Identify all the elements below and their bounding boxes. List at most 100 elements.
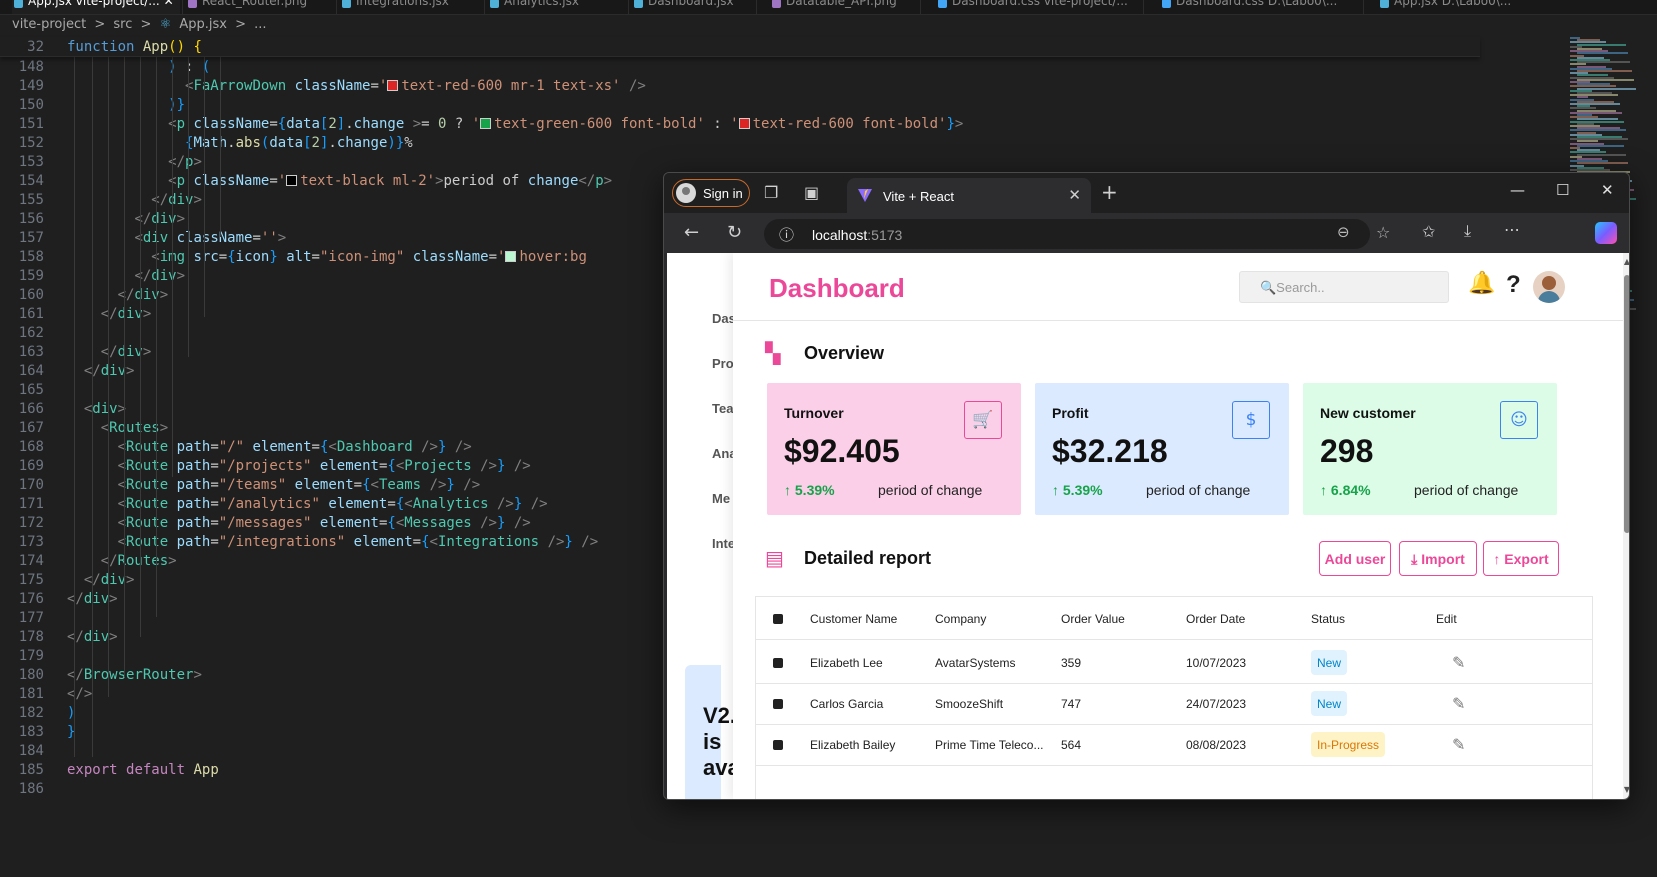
code-line[interactable]: 149 <FaArrowDown className=' text-red-600…: [0, 76, 1480, 96]
code-line[interactable]: 150 )}: [0, 95, 1480, 115]
line-number: 180: [18, 667, 44, 683]
editor-tab-dashboard-css-2[interactable]: Dashboard.css D:\Labo0\...: [1160, 0, 1360, 14]
minimize-icon[interactable]: —: [1510, 181, 1525, 199]
copilot-icon[interactable]: [1595, 222, 1617, 244]
scroll-up-icon[interactable]: ▲: [1623, 257, 1629, 266]
code-line[interactable]: 152 {Math.abs(data[2].change)}%: [0, 133, 1480, 153]
workspaces-icon[interactable]: ❐: [764, 183, 778, 202]
editor-tab-bar: App.jsx vite-project/... ✕ React_Router.…: [0, 0, 1657, 15]
code-line-text: </BrowserRouter>: [67, 667, 202, 683]
sign-in-button[interactable]: Sign in: [672, 179, 750, 207]
downloads-icon[interactable]: ⤓: [1464, 221, 1471, 241]
bell-icon[interactable]: 🔔: [1468, 271, 1495, 296]
avatar[interactable]: [1533, 271, 1565, 303]
close-window-icon[interactable]: ✕: [1601, 181, 1614, 199]
favorites-icon[interactable]: ✩: [1422, 222, 1435, 241]
search-input[interactable]: 🔍Search..: [1239, 271, 1449, 303]
maximize-icon[interactable]: ☐: [1556, 181, 1569, 199]
export-button[interactable]: ↑ Export: [1483, 541, 1559, 576]
line-number: 158: [18, 249, 44, 265]
line-number: 179: [18, 648, 44, 664]
pencil-icon[interactable]: ✎: [1452, 735, 1465, 754]
line-number: 159: [18, 268, 44, 284]
scrollbar-thumb[interactable]: [1624, 275, 1629, 533]
back-icon[interactable]: ←: [684, 222, 699, 243]
dashboard-panel: Dashboard 🔍Search.. 🔔 ? ▚ Overview Turno…: [733, 253, 1623, 799]
line-number: 181: [18, 686, 44, 702]
breadcrumb-separator: >: [94, 17, 106, 32]
breadcrumb-folder[interactable]: src: [113, 17, 132, 32]
sidebar-item-integrations[interactable]: Inte: [712, 536, 735, 551]
tab-vite-react[interactable]: Vite + React ✕: [847, 178, 1091, 213]
code-line-text: <p className={data[2].change >= 0 ? 'tex…: [168, 116, 964, 132]
select-all-checkbox[interactable]: [773, 614, 783, 624]
sidebar-item-projects[interactable]: Pro: [712, 356, 734, 371]
breadcrumb-file[interactable]: App.jsx: [179, 17, 227, 32]
editor-tab-integrations[interactable]: Integrations.jsx: [340, 0, 480, 14]
sticky-scroll-line[interactable]: 32 function App() {: [0, 37, 1480, 57]
line-number: 166: [18, 401, 44, 417]
browser-title-bar: Sign in ❐ ▣ Vite + React ✕ + — ☐ ✕: [664, 173, 1629, 213]
line-number: 156: [18, 211, 44, 227]
help-icon[interactable]: ?: [1506, 271, 1521, 299]
row-checkbox[interactable]: [773, 740, 783, 750]
order-date-cell: 24/07/2023: [1186, 697, 1247, 711]
code-line-text: <Route path="/projects" element={<Projec…: [117, 458, 531, 474]
editor-tab-react-router[interactable]: React_Router.png: [186, 0, 326, 14]
reload-icon[interactable]: ↻: [727, 222, 742, 243]
header-divider: [733, 320, 1623, 321]
row-checkbox[interactable]: [773, 658, 783, 668]
status-badge: New: [1311, 650, 1348, 675]
customer-name-cell: Carlos Garcia: [810, 697, 884, 711]
column-header[interactable]: Order Date: [1186, 612, 1245, 626]
column-header[interactable]: Status: [1311, 612, 1345, 626]
table-row[interactable]: Carlos Garcia SmoozeShift 747 24/07/2023 New…: [756, 682, 1592, 725]
row-checkbox[interactable]: [773, 699, 783, 709]
code-line-text: </>: [67, 686, 93, 702]
import-button[interactable]: ⤓ Import: [1399, 541, 1477, 576]
sidebar-item-messages[interactable]: Me: [712, 491, 730, 506]
table-row[interactable]: Elizabeth Bailey Prime Time Teleco... 564 0…: [756, 723, 1592, 766]
more-icon[interactable]: ⋯: [1504, 220, 1520, 239]
editor-tab-app-jsx[interactable]: App.jsx vite-project/... ✕: [12, 0, 180, 14]
close-tab-icon[interactable]: ✕: [1068, 186, 1081, 204]
profit-card: Profit $32.218 ↑ 5.39% period of change …: [1035, 383, 1289, 515]
table-row[interactable]: Elizabeth Lee AvatarSystems 359 10/07/2023 N…: [756, 641, 1592, 684]
scroll-down-icon[interactable]: ▼: [1623, 785, 1629, 794]
info-icon[interactable]: ⓘ: [779, 224, 794, 245]
overview-icon: ▚: [765, 341, 781, 365]
zoom-icon[interactable]: ⊖: [1337, 223, 1350, 241]
editor-tab-datatable[interactable]: Datatable_API.png: [770, 0, 910, 14]
editor-tab-dashboard[interactable]: Dashboard.jsx: [632, 0, 750, 14]
breadcrumb-symbol[interactable]: ...: [254, 17, 266, 32]
line-number: 157: [18, 230, 44, 246]
order-date-cell: 08/08/2023: [1186, 738, 1247, 752]
tab-actions-icon[interactable]: ▣: [804, 183, 819, 202]
pencil-icon[interactable]: ✎: [1452, 694, 1465, 713]
report-table: Customer Name Company Order Value Order …: [755, 596, 1593, 799]
sidebar-item-teams[interactable]: Tea: [712, 401, 733, 416]
minimap-line: [1577, 153, 1626, 156]
pencil-icon[interactable]: ✎: [1452, 653, 1465, 672]
vite-logo-icon: [858, 189, 872, 202]
editor-tab-analytics[interactable]: Analytics.jsx: [488, 0, 623, 14]
editor-tab-app-jsx-2[interactable]: App.jsx D:\Labo0\...: [1378, 0, 1568, 14]
line-number: 182: [18, 705, 44, 721]
column-header[interactable]: Customer Name: [810, 612, 897, 626]
code-line[interactable]: 153 </p>: [0, 152, 1480, 172]
editor-tab-dashboard-css[interactable]: Dashboard.css vite-project/...: [936, 0, 1141, 14]
star-icon[interactable]: ☆: [1376, 223, 1390, 242]
code-line[interactable]: 148 ) : (: [0, 57, 1480, 77]
code-line[interactable]: 151 <p className={data[2].change >= 0 ? …: [0, 114, 1480, 134]
minimap-line: [1577, 52, 1628, 55]
company-cell: SmoozeShift: [935, 697, 1004, 711]
indent-guide: [220, 57, 221, 237]
address-bar[interactable]: ⓘ localhost:5173 ⊖ ☆: [764, 219, 1390, 249]
page-scrollbar[interactable]: ▲ ▼: [1623, 253, 1629, 799]
column-header[interactable]: Order Value: [1061, 612, 1125, 626]
breadcrumb-folder[interactable]: vite-project: [12, 17, 86, 32]
column-header[interactable]: Company: [935, 612, 986, 626]
new-tab-icon[interactable]: +: [1101, 180, 1118, 204]
add-user-button[interactable]: Add user: [1319, 541, 1391, 576]
line-number: 170: [18, 477, 44, 493]
